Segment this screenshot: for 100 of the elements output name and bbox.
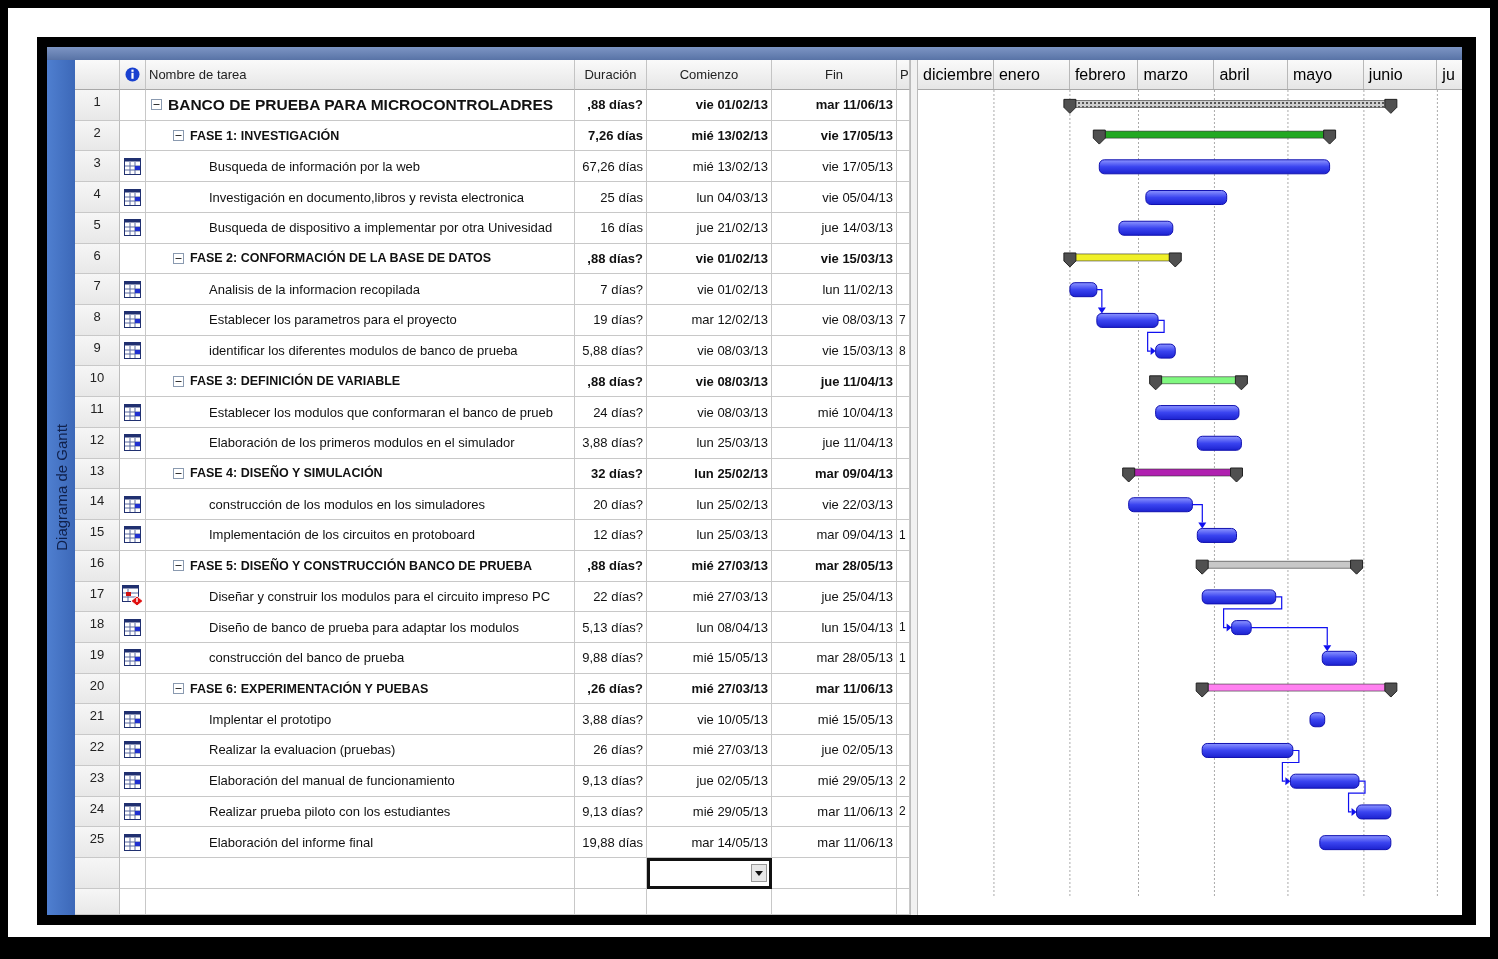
row-header[interactable]: 13 (75, 458, 120, 490)
duration: 7,26 días (588, 128, 643, 144)
row-header[interactable]: 12 (75, 427, 120, 459)
task-bar[interactable] (1128, 497, 1193, 513)
row-header[interactable]: 9 (75, 335, 120, 367)
collapse-icon[interactable] (173, 683, 184, 694)
task-name: Busqueda de dispositivo a implementar por otra Univesidad (209, 220, 553, 236)
task-bar[interactable] (1196, 435, 1242, 451)
finish-date: jue 11/04/13 (820, 373, 893, 389)
finish-date: vie 17/05/13 (822, 158, 893, 174)
start-date: mié 29/05/13 (692, 803, 768, 819)
row-header[interactable]: 1 (75, 90, 120, 121)
row-header[interactable]: 23 (75, 765, 120, 797)
row-header[interactable]: 6 (75, 243, 120, 275)
row-header[interactable]: 15 (75, 520, 120, 551)
collapse-icon[interactable] (173, 130, 184, 142)
task-bar[interactable] (1309, 712, 1326, 728)
row-header[interactable]: 2 (75, 120, 120, 152)
finish-date: mar 11/06/13 (815, 97, 893, 113)
column-header[interactable]: Fin (772, 60, 897, 90)
task-bar[interactable] (1319, 835, 1392, 851)
start-date: vie 01/02/13 (695, 97, 768, 113)
date-field[interactable] (647, 857, 772, 889)
row-header[interactable]: 7 (75, 274, 120, 306)
task-bar[interactable] (1118, 220, 1174, 236)
task-name: Diseñar y construir los modulos para el circuito impreso PC (209, 588, 550, 604)
caret-icon[interactable] (751, 864, 767, 883)
task-bar[interactable] (1201, 589, 1277, 605)
task-bar[interactable] (1096, 312, 1159, 328)
finish-date: vie 22/03/13 (822, 496, 893, 512)
month-label: ju (1437, 60, 1462, 89)
task-bar[interactable] (1356, 804, 1392, 820)
summary-bar[interactable] (1092, 129, 1337, 145)
duration: 19 días? (593, 312, 643, 328)
task-bar[interactable] (1155, 405, 1240, 421)
row-header[interactable]: 21 (75, 704, 120, 736)
task-bar[interactable] (1145, 190, 1228, 205)
row-header[interactable]: 25 (75, 827, 120, 858)
task-name: Investigación en documento,libros y revista electronica (209, 189, 525, 205)
summary-bar[interactable] (1063, 252, 1182, 268)
finish-date: mar 11/06/13 (817, 803, 893, 819)
task-name: Elaboración del informe final (209, 834, 374, 850)
month-label: diciembre (918, 60, 994, 89)
task-name: FASE 4: DISEÑO Y SIMULACIÓN (190, 466, 383, 481)
row-header[interactable]: 16 (75, 550, 120, 582)
task-name: identificar los diferentes modulos de banco de prueba (209, 343, 518, 359)
duration: 25 días (600, 189, 643, 205)
task-bar[interactable] (1321, 650, 1358, 666)
duration: 7 días? (600, 281, 643, 297)
collapse-icon[interactable] (173, 560, 184, 572)
summary-bar[interactable] (1122, 467, 1243, 483)
collapse-icon[interactable] (173, 375, 184, 387)
column-header[interactable]: P (897, 60, 910, 90)
collapse-icon[interactable] (173, 468, 184, 479)
row-header[interactable]: 10 (75, 366, 120, 398)
task-bar[interactable] (1201, 743, 1294, 758)
finish-date: mar 09/04/13 (816, 527, 893, 543)
row-header[interactable]: 3 (75, 151, 120, 183)
row-header[interactable]: 22 (75, 735, 120, 766)
row-header[interactable]: 18 (75, 612, 120, 643)
column-header[interactable]: Comienzo (647, 60, 772, 90)
row-header[interactable]: 4 (75, 182, 120, 213)
column-header[interactable]: Nombre de tarea (146, 60, 575, 90)
task-bar[interactable] (1196, 527, 1237, 543)
row-header[interactable]: 11 (75, 397, 120, 428)
row-header[interactable]: 19 (75, 642, 120, 674)
start-date: lun 25/02/13 (696, 496, 768, 512)
collapse-icon[interactable] (151, 99, 162, 111)
task-bar[interactable] (1289, 773, 1360, 789)
column-header[interactable] (120, 60, 146, 90)
summary-bar[interactable] (1195, 559, 1364, 575)
table-icon (124, 188, 141, 206)
finish-date: lun 11/02/13 (822, 281, 893, 297)
row-header[interactable]: 8 (75, 305, 120, 336)
start-date: vie 01/02/13 (697, 281, 768, 297)
row-header[interactable]: 24 (75, 796, 120, 828)
row-header[interactable]: 20 (75, 673, 120, 705)
row-header[interactable]: 5 (75, 212, 120, 244)
collapse-icon[interactable] (173, 252, 184, 264)
duration: 9,13 días? (582, 803, 643, 819)
summary-bar[interactable] (1195, 682, 1398, 698)
start-date: lun 25/02/13 (694, 466, 768, 481)
row-header[interactable]: 14 (75, 489, 120, 521)
duration: 24 días? (593, 404, 643, 420)
finish-date: mié 10/04/13 (817, 404, 893, 420)
task-bar[interactable] (1098, 159, 1331, 175)
row-header[interactable]: 17 (75, 581, 120, 613)
column-header[interactable]: Duración (575, 60, 647, 90)
start-date: mar 12/02/13 (691, 312, 768, 328)
predecessor: 1 (899, 620, 906, 635)
task-name: Elaboración de los primeros modulos en el simulador (209, 435, 515, 451)
project-bar[interactable] (1063, 98, 1398, 114)
task-bar[interactable] (1231, 620, 1252, 636)
summary-bar[interactable] (1149, 375, 1248, 391)
task-bar[interactable] (1155, 343, 1176, 359)
task-name: FASE 1: INVESTIGACIÓN (190, 128, 340, 143)
start-date: lun 25/03/13 (696, 435, 768, 451)
task-bar[interactable] (1069, 282, 1098, 298)
start-date: lun 25/03/13 (696, 527, 768, 543)
info-icon (125, 67, 140, 82)
